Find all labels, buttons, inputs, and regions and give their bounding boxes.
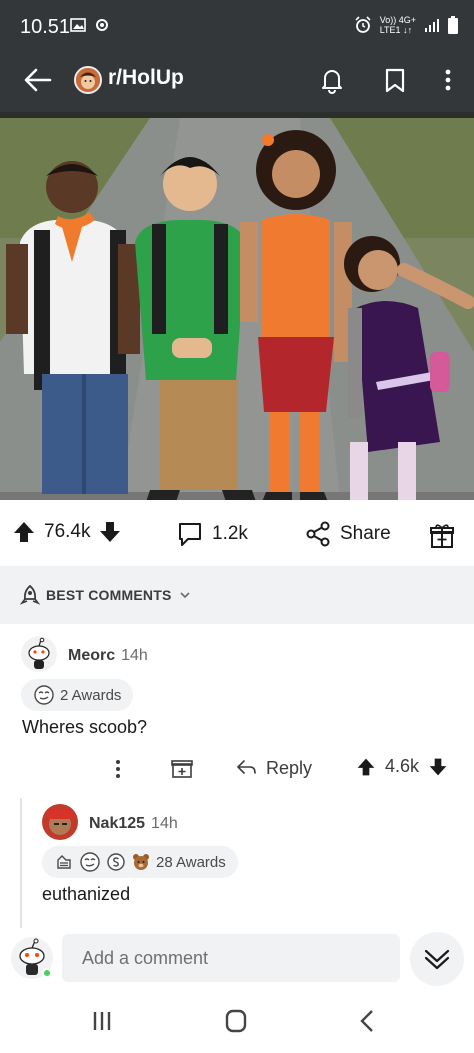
comment-score: 4.6k [385, 756, 420, 776]
sort-label: BEST COMMENTS [46, 587, 172, 603]
alarm-icon [355, 16, 371, 33]
chevron-down-icon [179, 592, 190, 599]
comment-body: Wheres scoob? [22, 717, 148, 737]
status-time: 10.51 [20, 16, 71, 38]
comment-actions: Reply 4.6k [0, 754, 474, 784]
award-face-icon [80, 852, 100, 872]
vote-group: 76.4k [12, 520, 122, 544]
awards-badge[interactable]: 2 Awards [21, 679, 134, 711]
settings-notification-icon [96, 19, 108, 31]
share-button[interactable]: Share [304, 520, 391, 548]
rocket-icon [20, 585, 40, 605]
bell-icon[interactable] [314, 62, 350, 98]
comment-time: 14h [121, 647, 148, 664]
comment-body: euthanized [42, 884, 131, 904]
downvote-icon[interactable] [428, 757, 448, 777]
award-bear-icon [133, 854, 149, 870]
awards-count: 28 Awards [156, 853, 226, 871]
awards-count: 2 Awards [60, 686, 122, 704]
share-label: Share [340, 523, 391, 544]
comment-bubble-icon [179, 523, 201, 546]
awards-badge[interactable]: 28 Awards [42, 846, 238, 878]
reply-arrow-icon [236, 760, 256, 774]
post-image[interactable] [0, 112, 474, 500]
upvote-icon[interactable] [356, 757, 376, 777]
post-photo-children-costumes [0, 112, 474, 500]
subreddit-avatar[interactable] [74, 66, 102, 94]
signal-icon [425, 19, 439, 32]
award-coin-icon [107, 853, 125, 871]
share-icon [306, 521, 330, 547]
recent-apps-icon[interactable] [82, 1006, 122, 1036]
snoo-avatar-icon [21, 636, 57, 672]
comment-count: 1.2k [212, 523, 248, 544]
comment-composer-bar: Add a comment [0, 928, 474, 990]
avatar[interactable] [21, 636, 57, 672]
give-award-icon[interactable] [428, 522, 456, 550]
comment-1: Meorc 14h 2 Awards Wheres scoob? Reply 4.… [0, 624, 474, 798]
comment-author-name: Meorc [68, 647, 116, 664]
award-hand-icon [57, 855, 71, 869]
post-score: 76.4k [44, 521, 91, 542]
status-bar: 10.51 Vo)) 4G+ LTE1 ↓↑ [0, 0, 474, 52]
battery-icon [448, 16, 458, 34]
comment-2: Nak125 14h 28 Awards euthanized [0, 798, 474, 928]
award-face-icon [34, 685, 54, 705]
downvote-icon[interactable] [98, 520, 122, 544]
bookmark-icon[interactable] [377, 62, 413, 98]
online-status-dot [42, 968, 52, 978]
more-vertical-icon[interactable] [430, 62, 466, 98]
post-header: r/HolUp [0, 52, 474, 112]
double-chevron-down-icon [424, 949, 450, 970]
home-icon[interactable] [216, 1006, 256, 1036]
subreddit-name[interactable]: r/HolUp [108, 66, 184, 90]
reply-label: Reply [266, 757, 313, 778]
comment-author[interactable]: Nak125 14h [89, 815, 178, 833]
reply-button[interactable]: Reply [234, 756, 312, 780]
comment-sort-bar[interactable]: BEST COMMENTS [0, 566, 474, 624]
nav-back-icon[interactable] [348, 1006, 388, 1036]
subreddit-avatar-image [76, 68, 100, 92]
give-award-icon[interactable] [170, 756, 194, 780]
user-avatar-image [42, 804, 78, 840]
upvote-icon[interactable] [12, 520, 36, 544]
add-comment-input[interactable]: Add a comment [62, 934, 400, 982]
system-nav-bar [0, 990, 474, 1053]
comment-author-name: Nak125 [89, 815, 146, 832]
vote-group: 4.6k [356, 756, 448, 777]
back-arrow-icon[interactable] [20, 62, 56, 98]
avatar[interactable] [42, 804, 78, 840]
comments-button[interactable]: 1.2k [176, 520, 248, 548]
comment-author[interactable]: Meorc 14h [68, 647, 148, 665]
network-indicator: Vo)) 4G+ LTE1 ↓↑ [379, 15, 416, 35]
gallery-notification-icon [70, 18, 86, 32]
current-user-avatar[interactable] [10, 936, 54, 980]
collapse-comments-button[interactable] [410, 932, 464, 986]
more-vertical-icon[interactable] [110, 757, 126, 781]
comment-time: 14h [151, 815, 178, 832]
post-action-bar: 76.4k 1.2k Share [0, 500, 474, 566]
